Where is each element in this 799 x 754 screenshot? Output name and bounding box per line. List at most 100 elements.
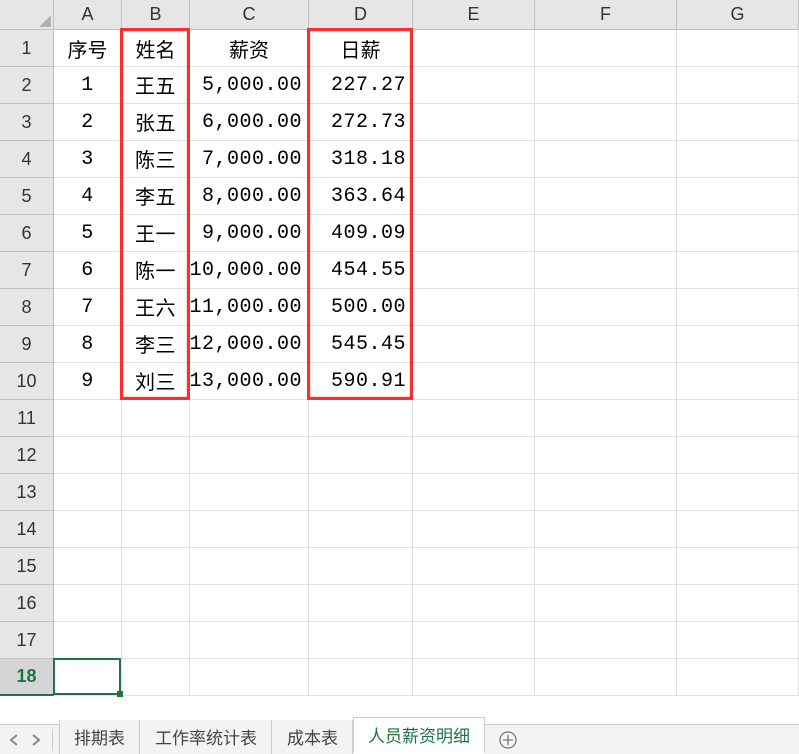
column-header-A[interactable]: A — [54, 0, 122, 30]
cell-A6[interactable]: 5 — [54, 215, 122, 252]
cell-A18[interactable] — [54, 659, 122, 696]
cell-D17[interactable] — [309, 622, 413, 659]
cell-B9[interactable]: 李三 — [122, 326, 190, 363]
cell-D18[interactable] — [309, 659, 413, 696]
row-header-7[interactable]: 7 — [0, 252, 54, 289]
cell-B12[interactable] — [122, 437, 190, 474]
cell-A11[interactable] — [54, 400, 122, 437]
cell-D16[interactable] — [309, 585, 413, 622]
cell-F9[interactable] — [535, 326, 677, 363]
cell-E1[interactable] — [413, 30, 535, 67]
cell-F1[interactable] — [535, 30, 677, 67]
cell-F15[interactable] — [535, 548, 677, 585]
cell-F3[interactable] — [535, 104, 677, 141]
cell-A4[interactable]: 3 — [54, 141, 122, 178]
cell-A14[interactable] — [54, 511, 122, 548]
cell-A16[interactable] — [54, 585, 122, 622]
cell-C2[interactable]: 5,000.00 — [190, 67, 309, 104]
row-header-2[interactable]: 2 — [0, 67, 54, 104]
cell-F13[interactable] — [535, 474, 677, 511]
row-header-1[interactable]: 1 — [0, 30, 54, 67]
cell-E17[interactable] — [413, 622, 535, 659]
cell-C18[interactable] — [190, 659, 309, 696]
cell-D5[interactable]: 363.64 — [309, 178, 413, 215]
cell-C3[interactable]: 6,000.00 — [190, 104, 309, 141]
row-header-13[interactable]: 13 — [0, 474, 54, 511]
cell-C11[interactable] — [190, 400, 309, 437]
cell-C6[interactable]: 9,000.00 — [190, 215, 309, 252]
cell-C16[interactable] — [190, 585, 309, 622]
cell-E14[interactable] — [413, 511, 535, 548]
cell-F14[interactable] — [535, 511, 677, 548]
cell-G13[interactable] — [677, 474, 799, 511]
cell-E8[interactable] — [413, 289, 535, 326]
cell-D7[interactable]: 454.55 — [309, 252, 413, 289]
cell-F17[interactable] — [535, 622, 677, 659]
cell-B14[interactable] — [122, 511, 190, 548]
cell-B11[interactable] — [122, 400, 190, 437]
cell-E12[interactable] — [413, 437, 535, 474]
row-header-3[interactable]: 3 — [0, 104, 54, 141]
cell-G9[interactable] — [677, 326, 799, 363]
cell-D2[interactable]: 227.27 — [309, 67, 413, 104]
cell-E4[interactable] — [413, 141, 535, 178]
cell-G18[interactable] — [677, 659, 799, 696]
cell-F12[interactable] — [535, 437, 677, 474]
select-all-corner[interactable] — [0, 0, 54, 30]
column-header-G[interactable]: G — [677, 0, 799, 30]
cell-C10[interactable]: 13,000.00 — [190, 363, 309, 400]
cell-D1[interactable]: 日薪 — [309, 30, 413, 67]
cell-A13[interactable] — [54, 474, 122, 511]
column-header-C[interactable]: C — [190, 0, 309, 30]
cell-G12[interactable] — [677, 437, 799, 474]
row-header-6[interactable]: 6 — [0, 215, 54, 252]
row-header-14[interactable]: 14 — [0, 511, 54, 548]
cell-A17[interactable] — [54, 622, 122, 659]
cell-F4[interactable] — [535, 141, 677, 178]
cell-B7[interactable]: 陈一 — [122, 252, 190, 289]
cell-G1[interactable] — [677, 30, 799, 67]
cell-A5[interactable]: 4 — [54, 178, 122, 215]
row-header-10[interactable]: 10 — [0, 363, 54, 400]
cell-E13[interactable] — [413, 474, 535, 511]
cell-C12[interactable] — [190, 437, 309, 474]
cell-C8[interactable]: 11,000.00 — [190, 289, 309, 326]
cell-E16[interactable] — [413, 585, 535, 622]
cell-E3[interactable] — [413, 104, 535, 141]
cell-A10[interactable]: 9 — [54, 363, 122, 400]
cell-C1[interactable]: 薪资 — [190, 30, 309, 67]
cell-C15[interactable] — [190, 548, 309, 585]
cell-D4[interactable]: 318.18 — [309, 141, 413, 178]
column-header-E[interactable]: E — [413, 0, 535, 30]
cell-G16[interactable] — [677, 585, 799, 622]
cell-A7[interactable]: 6 — [54, 252, 122, 289]
cell-G3[interactable] — [677, 104, 799, 141]
cell-B1[interactable]: 姓名 — [122, 30, 190, 67]
cell-B16[interactable] — [122, 585, 190, 622]
cell-A8[interactable]: 7 — [54, 289, 122, 326]
cell-C5[interactable]: 8,000.00 — [190, 178, 309, 215]
cell-D15[interactable] — [309, 548, 413, 585]
row-header-11[interactable]: 11 — [0, 400, 54, 437]
cell-F2[interactable] — [535, 67, 677, 104]
cell-F8[interactable] — [535, 289, 677, 326]
cell-C9[interactable]: 12,000.00 — [190, 326, 309, 363]
cell-B10[interactable]: 刘三 — [122, 363, 190, 400]
cell-D3[interactable]: 272.73 — [309, 104, 413, 141]
cell-D12[interactable] — [309, 437, 413, 474]
cell-C7[interactable]: 10,000.00 — [190, 252, 309, 289]
cell-A15[interactable] — [54, 548, 122, 585]
cell-F18[interactable] — [535, 659, 677, 696]
cell-F7[interactable] — [535, 252, 677, 289]
column-header-B[interactable]: B — [122, 0, 190, 30]
add-sheet-button[interactable] — [491, 725, 525, 754]
cell-B8[interactable]: 王六 — [122, 289, 190, 326]
cell-F10[interactable] — [535, 363, 677, 400]
row-header-4[interactable]: 4 — [0, 141, 54, 178]
cell-D13[interactable] — [309, 474, 413, 511]
cell-B5[interactable]: 李五 — [122, 178, 190, 215]
cell-E2[interactable] — [413, 67, 535, 104]
cell-B3[interactable]: 张五 — [122, 104, 190, 141]
cell-E18[interactable] — [413, 659, 535, 696]
cell-G6[interactable] — [677, 215, 799, 252]
